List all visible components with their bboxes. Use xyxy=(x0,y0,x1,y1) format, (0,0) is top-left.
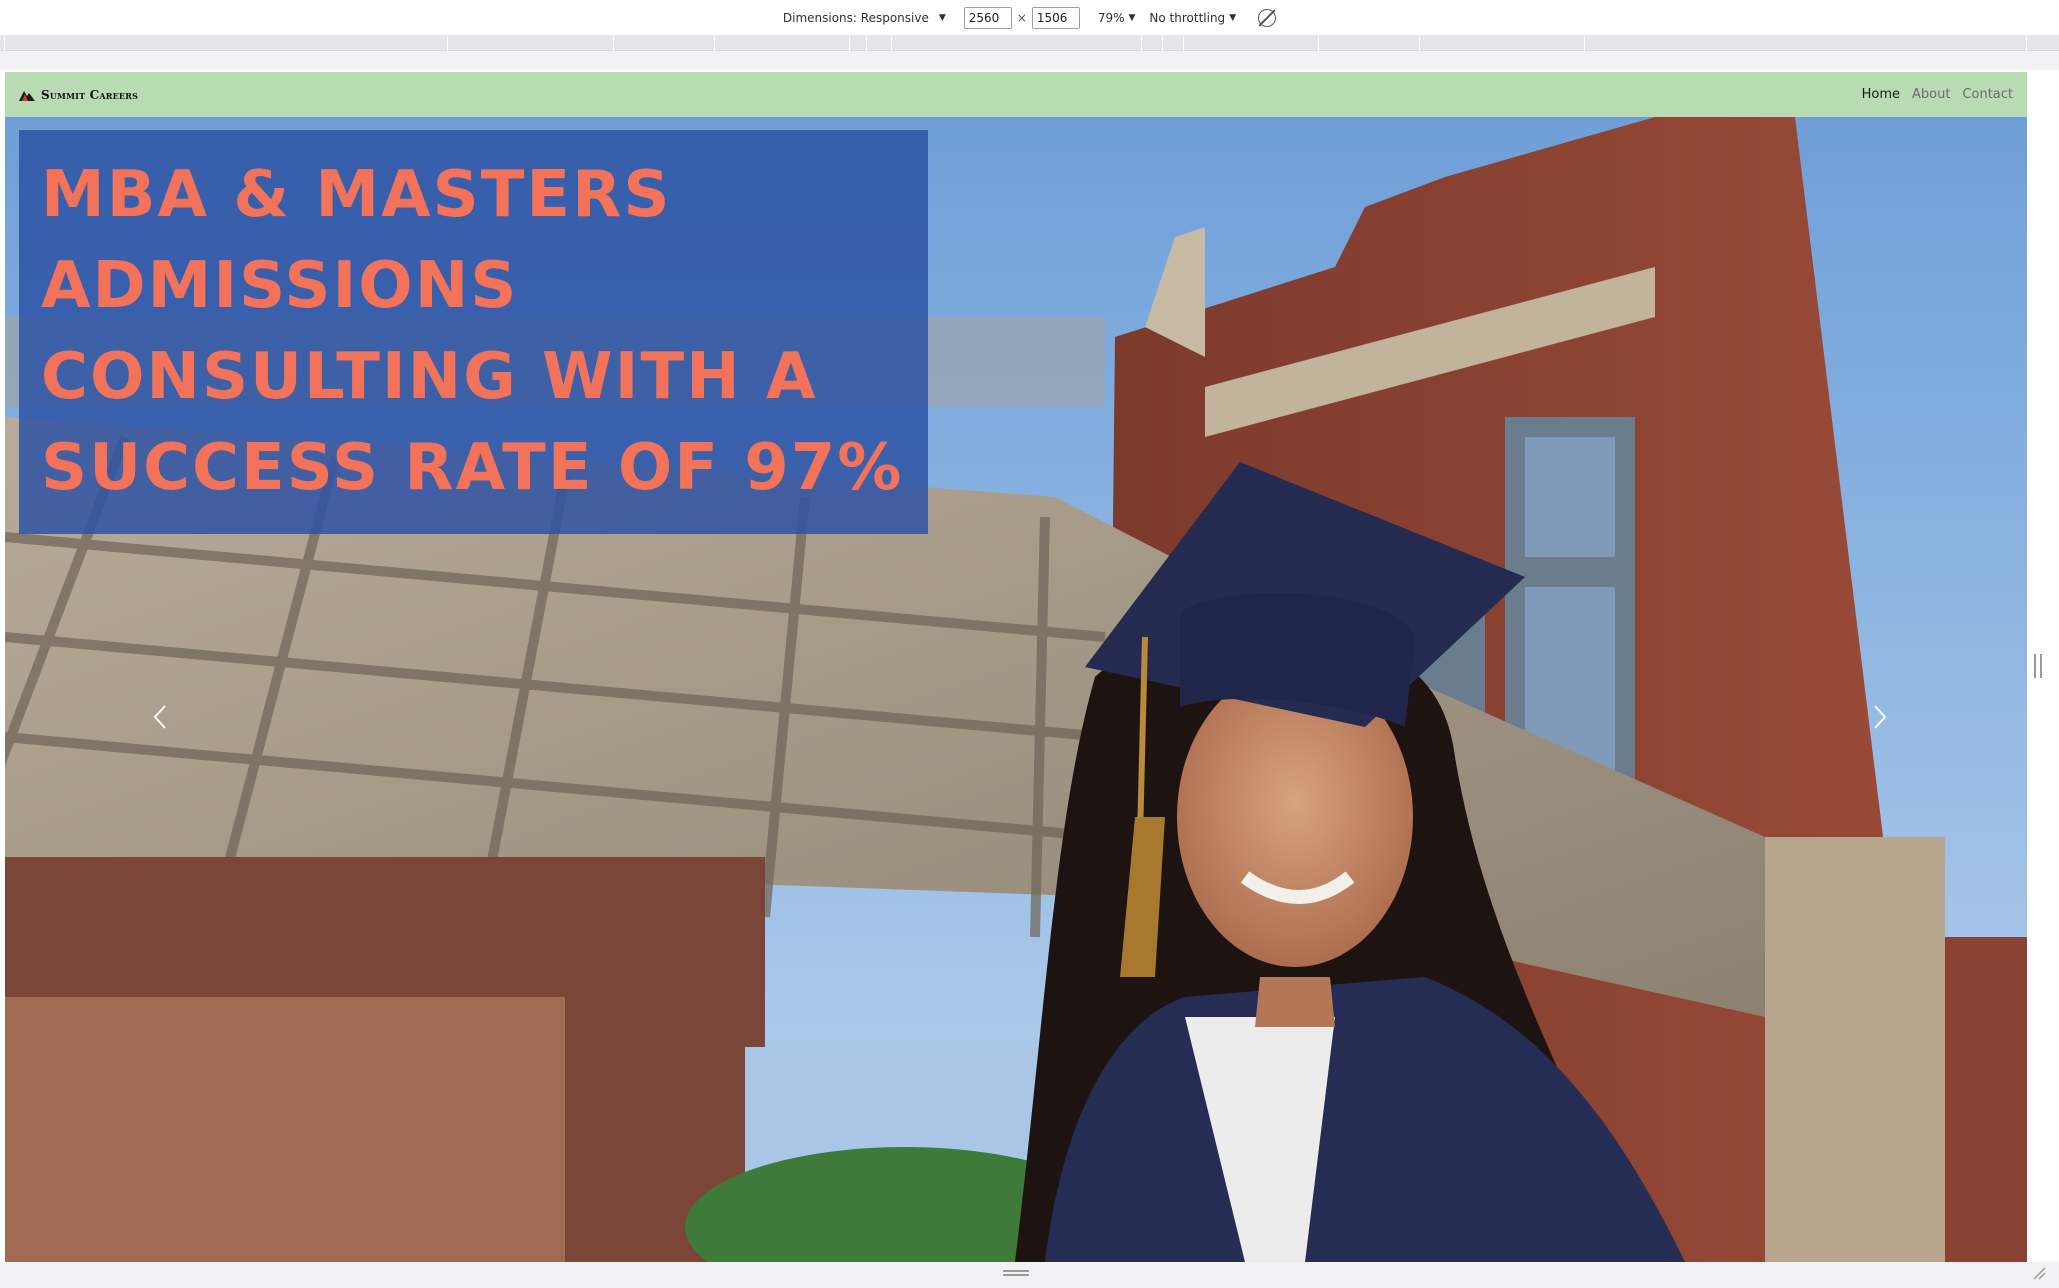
zoom-caret-icon: ▼ xyxy=(1128,12,1136,23)
width-input[interactable]: 2560 xyxy=(963,6,1012,29)
carousel-next-button[interactable] xyxy=(1859,697,1899,737)
zoom-value: 79% xyxy=(1097,10,1125,25)
mountain-logo-icon xyxy=(19,90,35,101)
carousel-prev-button[interactable] xyxy=(141,697,181,737)
headline-box: MBA & Masters Admissions Consulting with… xyxy=(19,130,928,534)
brand-name: Summit Careers xyxy=(41,87,139,102)
devtools-device-toolbar: Dimensions: Responsive ▼ 2560 × 1506 79%… xyxy=(0,0,2059,36)
throttling-caret-icon: ▼ xyxy=(1229,12,1237,23)
nav-links: Home About Contact xyxy=(1862,87,2013,102)
viewport-bottom-gutter xyxy=(0,1262,2059,1288)
brand[interactable]: Summit Careers xyxy=(19,88,138,102)
viewport-gutter xyxy=(0,51,2059,70)
nav-about-link[interactable]: About xyxy=(1912,87,1950,102)
viewport-height-resize-handle[interactable] xyxy=(1003,1270,1029,1276)
zoom-dropdown[interactable]: 79% ▼ xyxy=(1098,11,1136,25)
chevron-left-icon xyxy=(153,705,166,729)
rotate-disabled-icon[interactable] xyxy=(1258,8,1277,27)
corner-resize-grip-icon[interactable] xyxy=(2032,1266,2046,1280)
throttling-dropdown[interactable]: No throttling ▼ xyxy=(1149,11,1236,25)
media-query-ruler[interactable] xyxy=(0,36,2059,51)
nav-home-link[interactable]: Home xyxy=(1862,87,1900,102)
chevron-right-icon xyxy=(1874,705,1887,729)
times-sign: × xyxy=(1016,10,1027,25)
dimensions-caret-icon: ▼ xyxy=(938,12,946,23)
height-input[interactable]: 1506 xyxy=(1031,6,1080,29)
nav-contact-link[interactable]: Contact xyxy=(1962,87,2013,102)
throttling-value: No throttling xyxy=(1149,10,1226,25)
site-navbar: Summit Careers Home About Contact xyxy=(5,72,2027,117)
emulated-viewport: Summit Careers Home About Contact MBA & … xyxy=(5,72,2027,1262)
hero-carousel: MBA & Masters Admissions Consulting with… xyxy=(5,117,2027,1262)
hero-headline: MBA & Masters Admissions Consulting with… xyxy=(41,158,904,505)
dimensions-dropdown[interactable]: Dimensions: Responsive ▼ xyxy=(783,11,946,25)
dimensions-label: Dimensions: Responsive xyxy=(782,10,929,25)
viewport-width-resize-handle[interactable] xyxy=(2034,654,2042,678)
